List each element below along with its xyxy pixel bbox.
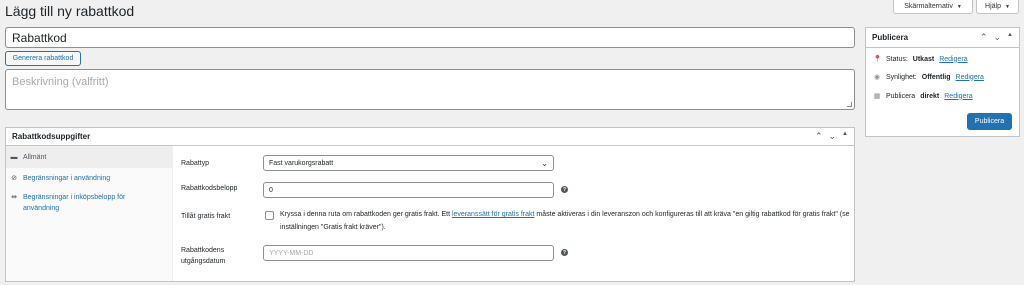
coupon-tabs: ▬ Allmänt ⊘ Begränsningar i användning ⇹… <box>6 146 173 281</box>
publish-visibility-row: ◉ Synlighet: Offentlig Redigera <box>873 73 984 82</box>
tab-label: Allmänt <box>23 153 47 161</box>
coupon-data-title: Rabattkodsuppgifter <box>12 132 91 141</box>
expiry-placeholder: YYYY-MM-DD <box>269 249 314 257</box>
coupon-data-box: Rabattkodsuppgifter ⌃ ⌄ ▲ ▬ Allmänt ⊘ Be… <box>5 127 855 282</box>
move-down-icon[interactable]: ⌄ <box>829 131 837 142</box>
caret-down-icon: ▼ <box>1005 3 1010 10</box>
coupon-code-input[interactable]: Rabattkod <box>5 27 855 48</box>
publish-header: Publicera ⌃ ⌄ ▲ <box>866 28 1019 48</box>
tab-usage-restriction[interactable]: ⊘ Begränsningar i användning <box>6 168 172 188</box>
pin-icon: 📍 <box>873 56 882 63</box>
visibility-value: Offentlig <box>921 73 951 81</box>
free-shipping-text: Kryssa i denna ruta om rabattkoden ger g… <box>280 211 452 218</box>
toggle-panel-icon[interactable]: ▲ <box>842 131 848 142</box>
publish-status-row: 📍 Status: Utkast Redigera <box>873 55 968 64</box>
discount-type-value: Fast varukorgsrabatt <box>269 159 334 167</box>
eye-icon: ◉ <box>873 74 881 81</box>
screen-options-button[interactable]: Skärmalternativ ▼ <box>893 0 973 14</box>
publish-button[interactable]: Publicera <box>967 113 1012 130</box>
page-title: Lägg till ny rabattkod <box>5 3 135 19</box>
blocked-icon: ⊘ <box>11 175 17 182</box>
move-down-icon[interactable]: ⌄ <box>994 32 1002 43</box>
free-shipping-description: Kryssa i denna ruta om rabattkoden ger g… <box>280 208 860 234</box>
expiry-label: Rabattkodens utgångsdatum <box>181 247 226 265</box>
publish-title: Publicera <box>872 33 909 42</box>
publish-date-row: ▦ Publicera direkt Redigera <box>873 92 973 101</box>
coupon-data-header: Rabattkodsuppgifter ⌃ ⌄ ▲ <box>6 128 854 146</box>
tab-general[interactable]: ▬ Allmänt <box>6 146 172 168</box>
free-shipping-method-link[interactable]: leveranssätt för gratis frakt <box>452 211 534 218</box>
publish-date-label: Publicera <box>886 92 916 100</box>
status-value: Utkast <box>912 55 935 63</box>
chevron-down-icon: ⌄ <box>541 158 548 168</box>
free-shipping-label: Tillåt gratis frakt <box>181 213 231 220</box>
publish-box: Publicera ⌃ ⌄ ▲ 📍 Status: Utkast Rediger… <box>865 27 1020 137</box>
resize-handle[interactable] <box>847 102 852 107</box>
tab-label: Begränsningar i användning <box>23 174 111 182</box>
publish-date-value: direkt <box>920 92 940 100</box>
ticket-icon: ▬ <box>10 153 18 161</box>
amount-value: 0 <box>269 186 273 194</box>
help-label: Hjälp <box>985 3 1001 10</box>
discount-type-label: Rabattyp <box>181 160 210 167</box>
amount-input[interactable]: 0 <box>263 182 554 198</box>
coupon-code-value: Rabattkod <box>12 30 67 45</box>
toggle-panel-icon[interactable]: ▲ <box>1007 32 1013 43</box>
description-placeholder: Beskrivning (valfritt) <box>12 76 109 88</box>
generate-coupon-button[interactable]: Generera rabattkod <box>5 51 81 66</box>
visibility-label: Synlighet: <box>886 73 917 81</box>
edit-status-link[interactable]: Redigera <box>939 56 967 63</box>
help-button[interactable]: Hjälp ▼ <box>976 0 1019 14</box>
tab-usage-limits[interactable]: ⇹ Begränsningar i inköpsbelopp för använ… <box>6 188 172 214</box>
help-icon[interactable]: ? <box>561 186 568 193</box>
discount-type-select[interactable]: Fast varukorgsrabatt ⌄ <box>263 155 554 171</box>
arrows-icon: ⇹ <box>11 194 17 201</box>
help-icon[interactable]: ? <box>561 249 568 256</box>
screen-options-label: Skärmalternativ <box>904 3 953 10</box>
expiry-date-input[interactable]: YYYY-MM-DD <box>263 245 554 261</box>
edit-visibility-link[interactable]: Redigera <box>956 74 984 81</box>
description-textarea[interactable]: Beskrivning (valfritt) <box>5 69 855 110</box>
move-up-icon[interactable]: ⌃ <box>815 131 823 142</box>
free-shipping-checkbox[interactable] <box>265 211 274 220</box>
amount-label: Rabattkodsbelopp <box>181 185 238 192</box>
move-up-icon[interactable]: ⌃ <box>980 32 988 43</box>
status-label: Status: <box>886 55 908 63</box>
edit-date-link[interactable]: Redigera <box>944 93 972 100</box>
tab-label: Begränsningar i inköpsbelopp för användn… <box>23 194 126 212</box>
calendar-icon: ▦ <box>873 93 881 100</box>
caret-down-icon: ▼ <box>956 3 962 10</box>
